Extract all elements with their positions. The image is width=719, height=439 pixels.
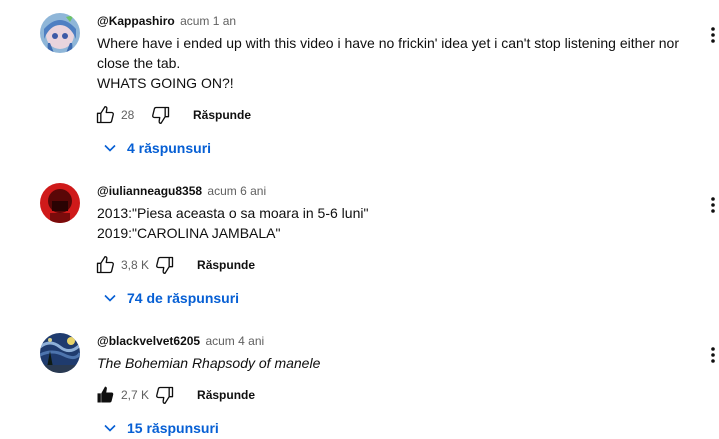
thumbs-up-filled-icon: [97, 386, 114, 403]
author-name[interactable]: @iulianneagu8358: [97, 184, 202, 198]
more-vertical-icon: [711, 347, 715, 363]
comment-text: The Bohemian Rhapsody of manele: [97, 355, 321, 371]
comment-header: @blackvelvet6205 acum 4 ani: [97, 333, 679, 349]
comment-body: @iulianneagu8358 acum 6 ani 2013:"Piesa …: [97, 183, 679, 243]
comment-timestamp[interactable]: acum 6 ani: [207, 184, 266, 198]
comment-actions: 3,8 K Răspunde: [95, 255, 255, 275]
like-count: 28: [121, 108, 135, 122]
view-replies-button[interactable]: 15 răspunsuri: [103, 418, 219, 438]
view-replies-button[interactable]: 74 de răspunsuri: [103, 288, 239, 308]
chevron-down-icon: [104, 294, 116, 302]
comment-menu-button[interactable]: [708, 345, 718, 365]
chevron-down-icon: [104, 144, 116, 152]
chevron-down-icon: [104, 424, 116, 432]
more-vertical-icon: [711, 27, 715, 43]
comment-menu-button[interactable]: [708, 25, 718, 45]
like-button[interactable]: [95, 255, 115, 275]
more-vertical-icon: [711, 197, 715, 213]
reply-button[interactable]: Răspunde: [197, 258, 255, 272]
thumbs-down-icon: [152, 106, 170, 125]
avatar[interactable]: [40, 13, 80, 53]
comment-header: @iulianneagu8358 acum 6 ani: [97, 183, 679, 199]
view-replies-button[interactable]: 4 răspunsuri: [103, 138, 211, 158]
replies-count-label: 74 de răspunsuri: [127, 290, 240, 306]
like-count: 3,8 K: [121, 258, 150, 272]
dislike-button[interactable]: [151, 105, 171, 125]
thumbs-up-icon: [96, 256, 114, 274]
comment-text: Where have i ended up with this video i …: [97, 35, 680, 91]
like-button[interactable]: [95, 385, 115, 405]
avatar[interactable]: [40, 333, 80, 373]
dislike-button[interactable]: [155, 385, 175, 405]
comment-menu-button[interactable]: [708, 195, 718, 215]
comment-actions: 28 Răspunde: [95, 105, 251, 125]
author-name[interactable]: @Kappashiro: [97, 14, 175, 28]
like-button[interactable]: [95, 105, 115, 125]
dislike-button[interactable]: [155, 255, 175, 275]
comment-actions: 2,7 K Răspunde: [95, 385, 255, 405]
author-name[interactable]: @blackvelvet6205: [97, 334, 200, 348]
thumbs-up-icon: [96, 106, 114, 124]
thumbs-down-icon: [156, 386, 174, 404]
comment-text: 2013:"Piesa aceasta o sa moara in 5-6 lu…: [97, 205, 369, 241]
comment-header: @Kappashiro acum 1 an: [97, 13, 679, 29]
comment-timestamp[interactable]: acum 4 ani: [205, 334, 264, 348]
replies-count-label: 4 răspunsuri: [127, 140, 212, 156]
comment-body: @blackvelvet6205 acum 4 ani The Bohemian…: [97, 333, 679, 373]
thumbs-down-icon: [156, 256, 174, 274]
avatar[interactable]: [40, 183, 80, 223]
like-count: 2,7 K: [121, 388, 150, 402]
comment-timestamp[interactable]: acum 1 an: [180, 14, 236, 28]
comment-body: @Kappashiro acum 1 an Where have i ended…: [97, 13, 679, 93]
reply-button[interactable]: Răspunde: [193, 108, 251, 122]
reply-button[interactable]: Răspunde: [197, 388, 255, 402]
replies-count-label: 15 răspunsuri: [127, 420, 219, 436]
